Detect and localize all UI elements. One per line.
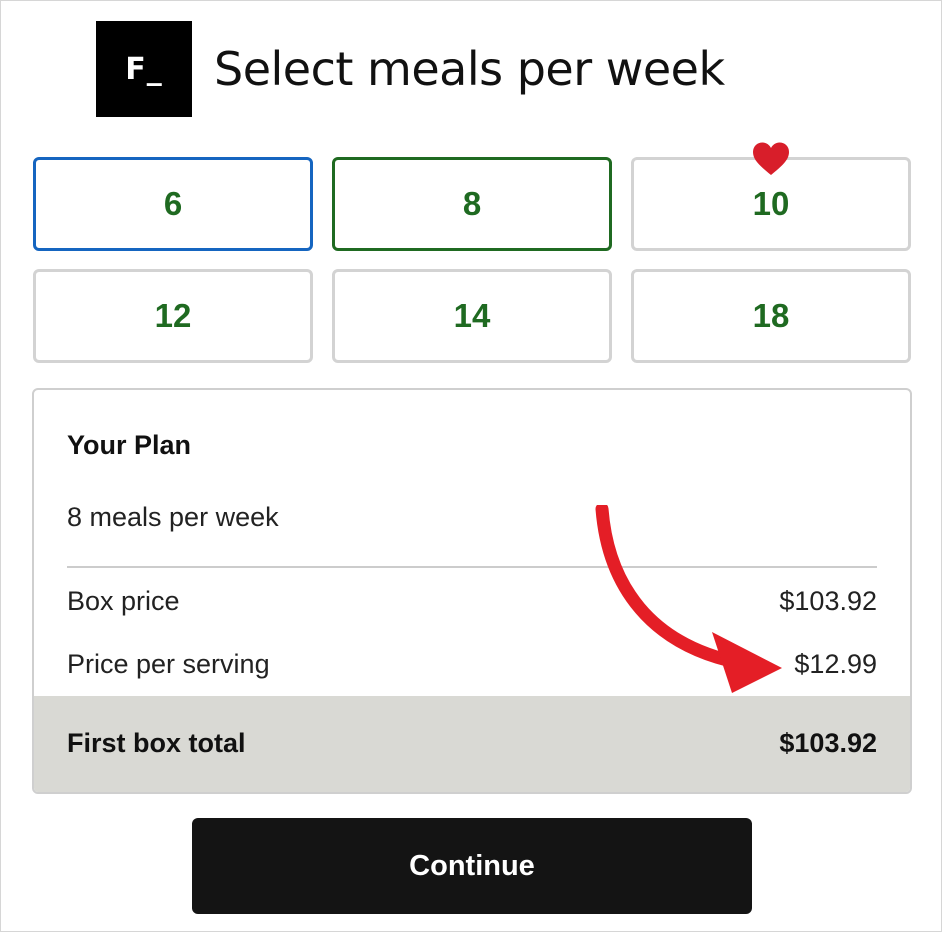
- continue-button[interactable]: Continue: [192, 818, 752, 914]
- first-box-total-label: First box total: [67, 728, 246, 758]
- brand-logo: F_: [96, 21, 192, 117]
- price-per-serving-value: $12.99: [794, 649, 877, 679]
- arrow-icon: [595, 505, 782, 693]
- meal-option-12[interactable]: 12: [33, 269, 313, 363]
- box-price-label: Box price: [67, 586, 180, 616]
- plan-meals-summary: 8 meals per week: [67, 502, 279, 532]
- plan-heading: Your Plan: [67, 430, 192, 460]
- page-title: Select meals per week: [214, 42, 725, 96]
- meal-option-6[interactable]: 6: [33, 157, 313, 251]
- meal-option-14[interactable]: 14: [332, 269, 612, 363]
- heart-icon: [753, 142, 789, 175]
- price-per-serving-label: Price per serving: [67, 649, 270, 679]
- box-price-value: $103.92: [779, 586, 877, 616]
- meal-option-8[interactable]: 8: [332, 157, 612, 251]
- meal-option-18[interactable]: 18: [631, 269, 911, 363]
- first-box-total-value: $103.92: [779, 728, 877, 758]
- logo-text: F_: [125, 51, 163, 87]
- first-box-total-row: First box total $103.92: [34, 696, 910, 792]
